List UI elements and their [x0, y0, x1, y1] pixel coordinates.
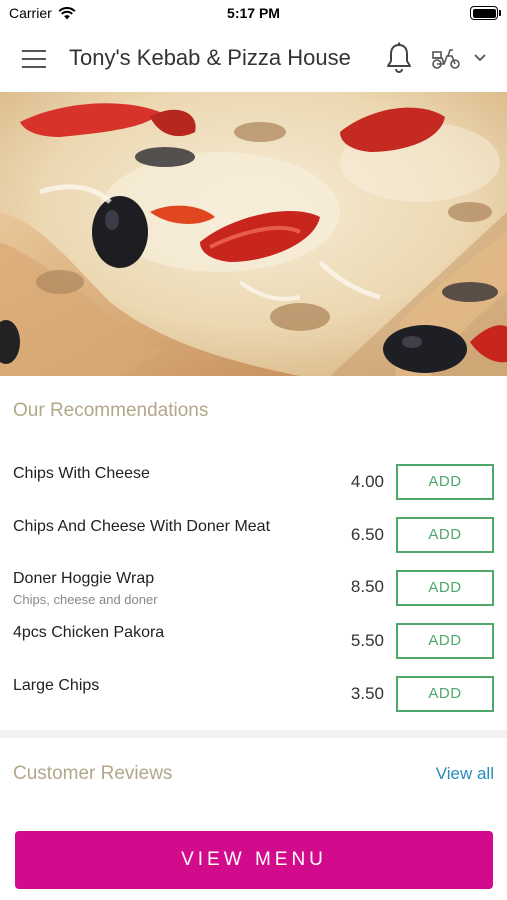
- view-menu-button[interactable]: VIEW MENU: [15, 831, 493, 889]
- add-button[interactable]: ADD: [396, 676, 494, 712]
- pizza-photo: [0, 92, 507, 376]
- section-divider: [0, 730, 507, 738]
- add-button[interactable]: ADD: [396, 623, 494, 659]
- add-button[interactable]: ADD: [396, 570, 494, 606]
- menu-item-price: 8.50: [350, 577, 384, 596]
- menu-item-name: Large Chips: [13, 677, 100, 694]
- menu-item-name: Chips And Cheese With Doner Meat: [13, 518, 271, 535]
- recommendations-title: Our Recommendations: [13, 400, 209, 421]
- menu-item-name: Chips With Cheese: [13, 465, 150, 482]
- view-all-reviews-link[interactable]: View all: [436, 764, 494, 784]
- hero-pizza-image: [0, 92, 507, 376]
- add-button[interactable]: ADD: [396, 517, 494, 553]
- status-time: 5:17 PM: [227, 5, 280, 21]
- menu-icon[interactable]: [22, 50, 48, 68]
- menu-item-price: 6.50: [350, 525, 384, 544]
- add-button[interactable]: ADD: [396, 464, 494, 500]
- status-bar: Carrier 5:17 PM: [0, 0, 507, 26]
- menu-item-name: 4pcs Chicken Pakora: [13, 624, 165, 641]
- battery-icon: [470, 6, 501, 20]
- delivery-scooter-icon[interactable]: [430, 45, 462, 71]
- reviews-title: Customer Reviews: [13, 763, 173, 784]
- app-header: Tony's Kebab & Pizza House: [0, 26, 507, 92]
- page-title: Tony's Kebab & Pizza House: [69, 45, 351, 70]
- menu-item-price: 4.00: [350, 472, 384, 491]
- menu-item-price: 3.50: [350, 684, 384, 703]
- bell-icon[interactable]: [385, 42, 413, 74]
- menu-item-price: 5.50: [350, 631, 384, 650]
- menu-item-description: Chips, cheese and doner: [13, 592, 158, 607]
- chevron-down-icon[interactable]: [473, 53, 487, 63]
- menu-item-name: Doner Hoggie Wrap: [13, 570, 155, 587]
